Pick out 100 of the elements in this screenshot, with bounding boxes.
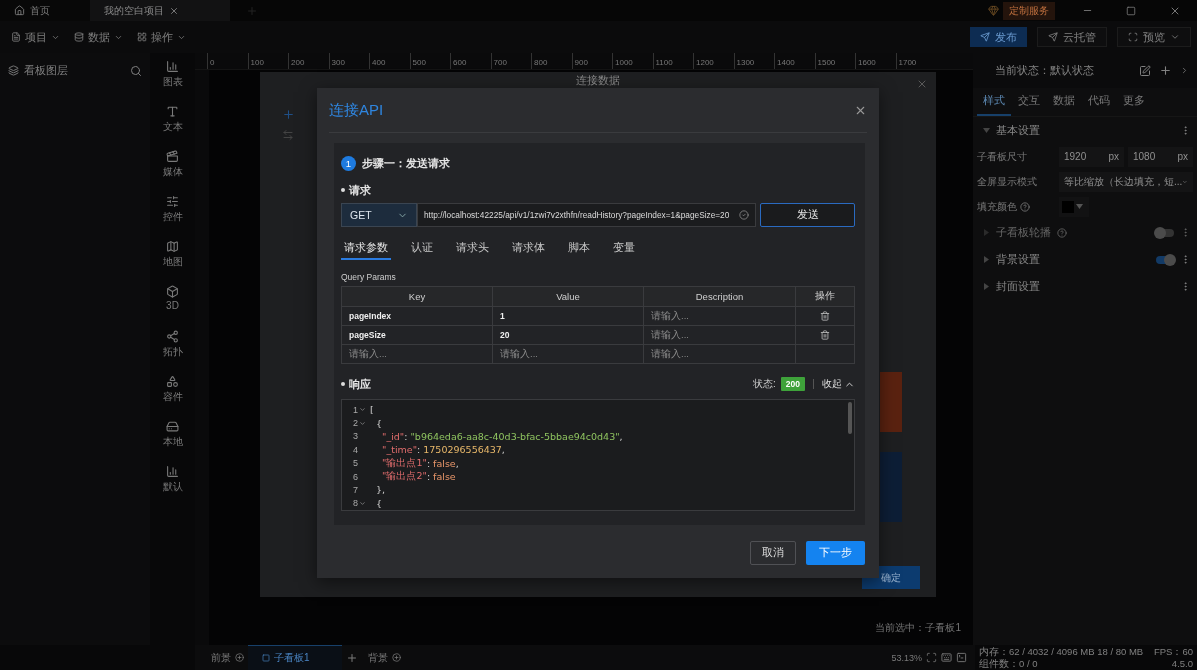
- component-category[interactable]: 图表: [162, 60, 183, 105]
- line-number: 8: [353, 498, 358, 509]
- request-tab[interactable]: 认证: [408, 237, 436, 260]
- next-button[interactable]: 下一步: [806, 541, 865, 565]
- number-input[interactable]: 1920 px: [1059, 146, 1124, 167]
- text-icon: [166, 105, 179, 118]
- fullscreen-icon: [1128, 32, 1138, 42]
- section-label: 请求: [341, 182, 371, 198]
- status-label: 状态:: [753, 377, 776, 391]
- component-category[interactable]: 拓扑: [162, 330, 183, 375]
- database-icon: [74, 32, 84, 42]
- component-category[interactable]: 控件: [162, 195, 183, 240]
- component-category[interactable]: 容件: [162, 375, 183, 420]
- field-label: 全屏显示模式: [977, 174, 1038, 189]
- maximize-icon[interactable]: [1126, 5, 1136, 16]
- keyboard-icon[interactable]: [941, 652, 952, 663]
- line-number: 5: [353, 458, 358, 469]
- code-line: "_time": 1750296556437,: [381, 443, 506, 457]
- close-icon[interactable]: [916, 78, 928, 90]
- toolbar-button[interactable]: 云托管: [1037, 27, 1107, 47]
- request-tab[interactable]: 请求体: [509, 237, 548, 260]
- browser-tab[interactable]: 我的空白项目: [90, 0, 230, 21]
- select-field[interactable]: 等比缩放（长边填充，短...: [1059, 171, 1193, 192]
- color-picker[interactable]: [1059, 196, 1089, 217]
- edit-icon[interactable]: [1139, 64, 1151, 77]
- terminal-icon[interactable]: [956, 652, 967, 663]
- table-input[interactable]: 请输入...: [646, 345, 793, 363]
- menu-button[interactable]: 数据: [69, 25, 128, 49]
- component-category[interactable]: 媒体: [162, 150, 183, 195]
- chevron-down-icon[interactable]: [1170, 32, 1180, 42]
- component-category[interactable]: 3D: [166, 285, 179, 330]
- caret-right-icon: [983, 229, 990, 236]
- fit-screen-icon[interactable]: [926, 652, 937, 663]
- panel-tab[interactable]: 样式: [977, 88, 1011, 116]
- code-line: "输出点2": false: [381, 469, 457, 484]
- help-icon[interactable]: [1020, 201, 1030, 212]
- add-icon[interactable]: [346, 651, 358, 664]
- fold-icon[interactable]: [359, 499, 366, 507]
- dialog-title: 连接API: [329, 100, 384, 120]
- code-line: {: [375, 496, 384, 510]
- send-button[interactable]: 发送: [760, 203, 855, 227]
- number-input[interactable]: 1080 px: [1128, 146, 1193, 167]
- menu-button[interactable]: 项目: [6, 25, 65, 49]
- add-icon[interactable]: [1159, 64, 1172, 77]
- map-icon: [166, 240, 179, 253]
- layers-icon: [8, 65, 19, 76]
- component-category[interactable]: 本地: [162, 420, 183, 465]
- request-tab[interactable]: 变量: [610, 237, 638, 260]
- board-icon: [262, 654, 270, 662]
- component-category[interactable]: 文本: [162, 105, 183, 150]
- line-number: 3: [353, 431, 358, 442]
- swap-icon[interactable]: [282, 129, 294, 141]
- toolbar-button[interactable]: 预览: [1117, 27, 1191, 47]
- board-tab[interactable]: 子看板1: [248, 645, 342, 670]
- check-circle-icon: [739, 210, 749, 220]
- table-input[interactable]: 请输入...: [646, 326, 793, 344]
- section-title[interactable]: 封面设置: [996, 279, 1040, 294]
- toggle-switch[interactable]: [1156, 255, 1174, 264]
- close-icon[interactable]: [169, 5, 179, 16]
- delete-button[interactable]: [820, 330, 830, 340]
- custom-service-label[interactable]: 定制服务: [1003, 1, 1055, 20]
- panel-tab[interactable]: 代码: [1082, 88, 1116, 116]
- trash-icon: [820, 330, 830, 340]
- component-category[interactable]: 地图: [162, 240, 183, 285]
- trash-icon: [820, 311, 830, 321]
- method-select[interactable]: GET: [341, 203, 417, 227]
- url-input[interactable]: http://localhost:42225/api/v1/1zwi7v2xthfn/readHistory?pageIndex=1&pageSize=20: [417, 203, 756, 227]
- ruler: 0 100 200 300 400 500 600 700 800 900 1000 1100 1200 1300 1400 1500 1600 1700: [195, 53, 973, 70]
- request-tab[interactable]: 请求头: [453, 237, 492, 260]
- toolbar-button[interactable]: 发布: [970, 27, 1027, 47]
- scrollbar[interactable]: [848, 402, 852, 434]
- add-circle-icon[interactable]: [392, 653, 401, 662]
- table-input[interactable]: 请输入...: [646, 307, 793, 325]
- component-category[interactable]: 默认: [162, 465, 183, 510]
- table-input[interactable]: pageIndex: [344, 307, 490, 325]
- panel-tab[interactable]: 数据: [1047, 88, 1081, 116]
- table-input[interactable]: 20: [495, 326, 641, 344]
- delete-button[interactable]: [820, 311, 830, 321]
- status-code: 200: [780, 377, 805, 391]
- table-input[interactable]: 请输入...: [344, 345, 490, 363]
- request-tab[interactable]: 请求参数: [341, 237, 391, 260]
- chart-icon: [166, 60, 179, 73]
- line-number: 1: [353, 404, 358, 415]
- search-icon[interactable]: [130, 64, 142, 77]
- collapse-button[interactable]: 收起: [822, 377, 855, 391]
- state-label: 当前状态：默认状态: [995, 63, 1094, 78]
- panel-tab[interactable]: 交互: [1012, 88, 1046, 116]
- table-input[interactable]: 1: [495, 307, 641, 325]
- section-title[interactable]: 背景设置: [996, 252, 1040, 267]
- chevron-right-icon[interactable]: [1180, 66, 1189, 75]
- code-editor[interactable]: 1 2 3 4 5 6 7 8 [ { "_id": "b964eda6-aa8c-40d3-bfac-5bbae94c0d43", "_time": 1750296556437, "输出点1": false, "输出点2": false }, {: [341, 399, 855, 511]
- panel-tab[interactable]: 更多: [1117, 88, 1151, 116]
- request-tab[interactable]: 脚本: [565, 237, 593, 260]
- cancel-button[interactable]: 取消: [750, 541, 796, 565]
- column-header: Value: [493, 287, 644, 307]
- section-title[interactable]: 基本设置: [996, 123, 1040, 138]
- menu-button[interactable]: 操作: [132, 25, 191, 49]
- add-circle-icon[interactable]: [235, 653, 244, 662]
- table-input[interactable]: pageSize: [344, 326, 490, 344]
- table-input[interactable]: 请输入...: [495, 345, 641, 363]
